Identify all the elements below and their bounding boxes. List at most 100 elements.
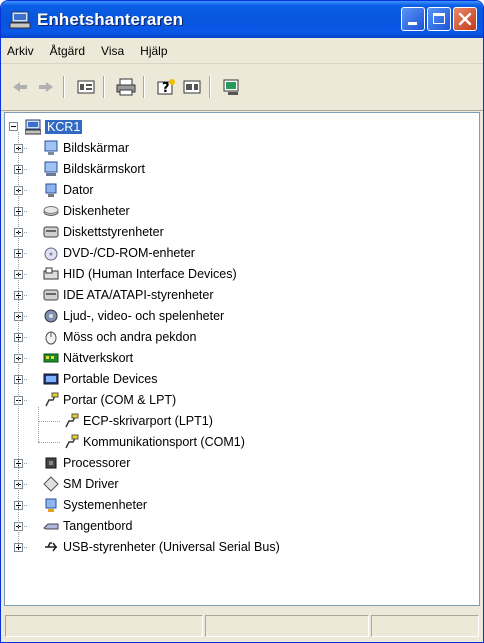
tree-item-label: Tangentbord xyxy=(63,519,133,533)
toolbar-separator xyxy=(143,76,145,98)
system-devices-icon xyxy=(45,498,57,512)
menu-atgard[interactable]: Åtgärd xyxy=(42,44,93,58)
tree-item[interactable]: USB-styrenheter (Universal Serial Bus) xyxy=(43,537,280,557)
help-button[interactable]: ? xyxy=(155,76,177,98)
network-card-icon xyxy=(43,353,59,363)
tree-item-label: Processorer xyxy=(63,456,131,470)
disk-drive-icon xyxy=(43,206,59,216)
tree-item[interactable]: Portable Devices xyxy=(43,369,158,389)
display-adapter-icon xyxy=(44,161,58,176)
tree-item[interactable]: Diskenheter xyxy=(43,201,130,221)
svg-text:?: ? xyxy=(162,81,170,96)
tree-item-label: Bildskärmskort xyxy=(63,162,145,176)
tree-child-item[interactable]: Kommunikationsport (COM1) xyxy=(63,432,245,452)
tree-item-label: Nätverkskort xyxy=(63,351,134,365)
port-icon xyxy=(45,392,59,407)
tree-item[interactable]: IDE ATA/ATAPI-styrenheter xyxy=(43,285,214,305)
menu-bar: Arkiv Åtgärd Visa Hjälp xyxy=(1,38,483,64)
portable-device-icon xyxy=(43,373,59,385)
tree-item-label: Dator xyxy=(63,183,94,197)
cdrom-icon xyxy=(44,247,58,261)
tree-connector xyxy=(38,442,60,443)
menu-visa[interactable]: Visa xyxy=(93,44,132,58)
tree-root-kcr1[interactable]: KCR1 xyxy=(25,117,83,137)
tree-item[interactable]: DVD-/CD-ROM-enheter xyxy=(43,243,195,263)
tree-child-item[interactable]: ECP-skrivarport (LPT1) xyxy=(63,411,213,431)
tree-item-label: Möss och andra pekdon xyxy=(63,330,197,344)
tree-item[interactable]: Dator xyxy=(43,180,94,200)
toolbar-separator xyxy=(209,76,211,98)
toolbar-separator xyxy=(103,76,105,98)
tree-item[interactable]: Nätverkskort xyxy=(43,348,133,368)
menu-hjalp[interactable]: Hjälp xyxy=(132,44,175,58)
device-tree[interactable]: KCR1 Bildskärmar Bildskärmskort Dator Disken… xyxy=(4,112,480,606)
port-icon xyxy=(65,434,79,449)
tree-item[interactable]: Tangentbord xyxy=(43,516,133,536)
monitor-icon xyxy=(44,140,58,155)
tree-connector xyxy=(18,132,19,547)
close-button[interactable] xyxy=(453,7,477,31)
tree-item-label: SM Driver xyxy=(63,477,119,491)
scan-hardware-button[interactable] xyxy=(221,76,243,98)
floppy-controller-icon xyxy=(43,226,59,238)
back-button[interactable] xyxy=(9,76,31,98)
tree-connector xyxy=(38,407,39,442)
status-pane xyxy=(205,615,369,637)
properties-icon xyxy=(77,80,95,94)
collapse-button[interactable] xyxy=(9,122,18,131)
print-icon xyxy=(116,78,136,96)
tree-item-label: Diskenheter xyxy=(63,204,130,218)
usb-icon xyxy=(45,542,57,552)
mouse-icon xyxy=(45,331,57,345)
tree-item[interactable]: Portar (COM & LPT) xyxy=(43,390,176,410)
properties-button[interactable] xyxy=(75,76,97,98)
minimize-button[interactable] xyxy=(401,7,425,31)
tree-item-label: Systemenheter xyxy=(63,498,148,512)
details-icon xyxy=(183,80,201,94)
hid-icon xyxy=(43,267,59,280)
tree-item-label: Bildskärmar xyxy=(63,141,129,155)
menu-arkiv[interactable]: Arkiv xyxy=(1,44,42,58)
tree-item[interactable]: HID (Human Interface Devices) xyxy=(43,264,237,284)
tree-item[interactable]: Ljud-, video- och spelenheter xyxy=(43,306,224,326)
tree-item[interactable]: Bildskärmar xyxy=(43,138,129,158)
toolbar-separator xyxy=(63,76,65,98)
status-pane xyxy=(371,615,479,637)
tree-item[interactable]: Systemenheter xyxy=(43,495,147,515)
device-manager-icon xyxy=(9,11,31,28)
tree-item-label: DVD-/CD-ROM-enheter xyxy=(63,246,195,260)
ide-controller-icon xyxy=(43,289,59,301)
tree-item-label: Kommunikationsport (COM1) xyxy=(83,435,245,449)
scan-hardware-icon xyxy=(223,79,239,95)
title-bar[interactable]: Enhetshanteraren xyxy=(1,1,483,38)
tree-item[interactable]: Bildskärmskort xyxy=(43,159,145,179)
window-title: Enhetshanteraren xyxy=(37,9,184,29)
port-icon xyxy=(65,413,79,428)
tree-item-label: Portar (COM & LPT) xyxy=(63,393,177,407)
help-icon: ? xyxy=(157,79,175,96)
computer-icon xyxy=(25,119,41,135)
tree-item[interactable]: Processorer xyxy=(43,453,130,473)
keyboard-icon xyxy=(43,523,59,530)
forward-icon xyxy=(39,82,53,92)
details-button[interactable] xyxy=(181,76,203,98)
tree-item-label: IDE ATA/ATAPI-styrenheter xyxy=(63,288,214,302)
tree-item[interactable]: SM Driver xyxy=(43,474,119,494)
sm-driver-icon xyxy=(43,476,59,492)
computer-icon xyxy=(45,183,57,197)
tree-item-label: KCR1 xyxy=(45,120,83,134)
tree-item[interactable]: Diskettstyrenheter xyxy=(43,222,164,242)
tree-item-label: USB-styrenheter (Universal Serial Bus) xyxy=(63,540,280,554)
tree-item-label: HID (Human Interface Devices) xyxy=(63,267,237,281)
tree-item[interactable]: Möss och andra pekdon xyxy=(43,327,196,347)
tree-item-label: Ljud-, video- och spelenheter xyxy=(63,309,225,323)
close-icon xyxy=(458,12,472,26)
processor-icon xyxy=(45,457,57,469)
sound-icon xyxy=(44,309,58,323)
forward-button[interactable] xyxy=(35,76,57,98)
print-button[interactable] xyxy=(115,76,137,98)
toolbar: ? xyxy=(1,64,483,111)
tree-item-label: ECP-skrivarport (LPT1) xyxy=(83,414,213,428)
maximize-button[interactable] xyxy=(427,7,451,31)
status-bar xyxy=(1,609,483,642)
